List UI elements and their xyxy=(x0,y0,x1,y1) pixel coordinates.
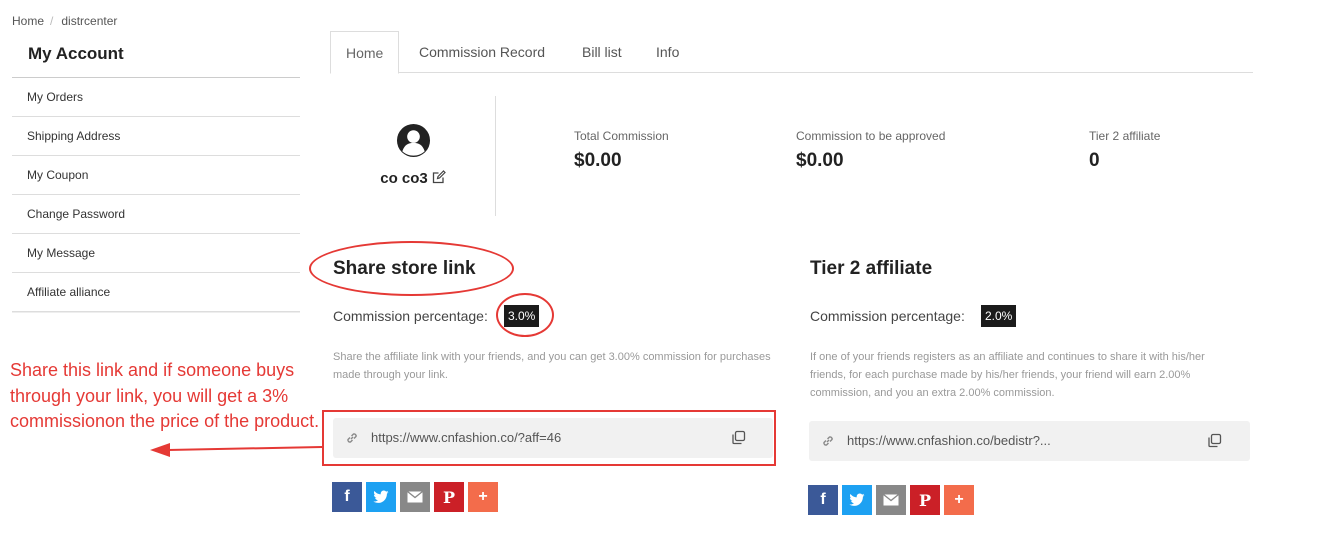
email-icon xyxy=(883,494,899,506)
facebook-icon: f xyxy=(344,488,350,505)
username-text: co co3 xyxy=(380,170,428,187)
email-icon xyxy=(407,491,423,503)
tier2-link-text: https://www.cnfashion.co/bedistr?... xyxy=(847,433,1051,448)
tab-bill-list[interactable]: Bill list xyxy=(582,31,622,73)
more-share-button[interactable]: + xyxy=(468,482,498,512)
tier2-affiliate-label: Tier 2 affiliate xyxy=(1089,129,1161,143)
tier2-commission-badge: 2.0% xyxy=(981,305,1017,327)
link-icon xyxy=(823,436,833,446)
tab-info[interactable]: Info xyxy=(656,31,679,73)
pinterest-icon: P xyxy=(442,487,456,507)
tier2-link-field[interactable]: https://www.cnfashion.co/bedistr?... xyxy=(809,421,1250,461)
user-avatar-icon xyxy=(396,123,431,158)
total-commission-label: Total Commission xyxy=(574,129,669,143)
pinterest-share-button[interactable]: P xyxy=(434,482,464,512)
profile-username: co co3 xyxy=(330,170,496,187)
twitter-share-button[interactable] xyxy=(366,482,396,512)
annotation-ellipse-badge xyxy=(496,293,554,337)
tab-bar: Home Commission Record Bill list Info xyxy=(330,31,1253,74)
pinterest-share-button[interactable]: P xyxy=(910,485,940,515)
pending-commission-value: $0.00 xyxy=(796,150,844,171)
plus-icon: + xyxy=(954,491,964,508)
email-share-button[interactable] xyxy=(876,485,906,515)
copy-icon[interactable] xyxy=(1207,433,1222,448)
edit-icon[interactable] xyxy=(432,170,446,184)
total-commission-value: $0.00 xyxy=(574,150,622,171)
annotation-arrow xyxy=(150,443,323,457)
tier2-description: If one of your friends registers as an a… xyxy=(810,351,1205,399)
annotation-ellipse-title xyxy=(309,241,514,296)
share-commission-label: Commission percentage: xyxy=(333,308,488,324)
facebook-share-button[interactable]: f xyxy=(808,485,838,515)
twitter-icon xyxy=(373,490,389,503)
pinterest-icon: P xyxy=(918,490,932,510)
more-share-button[interactable]: + xyxy=(944,485,974,515)
share-description: Share the affiliate link with your frien… xyxy=(333,351,771,381)
tab-home[interactable]: Home xyxy=(330,31,400,74)
plus-icon: + xyxy=(478,488,488,505)
pending-commission-label: Commission to be approved xyxy=(796,129,946,143)
twitter-icon xyxy=(849,493,865,506)
twitter-share-button[interactable] xyxy=(842,485,872,515)
annotation-rect-link xyxy=(322,410,776,466)
tier2-affiliate-value: 0 xyxy=(1089,150,1100,171)
facebook-icon: f xyxy=(820,491,826,508)
email-share-button[interactable] xyxy=(400,482,430,512)
tab-commission-record[interactable]: Commission Record xyxy=(419,31,545,73)
facebook-share-button[interactable]: f xyxy=(332,482,362,512)
tier2-commission-label: Commission percentage: xyxy=(810,308,965,324)
profile-card: co co3 xyxy=(330,96,496,216)
tier2-affiliate-title: Tier 2 affiliate xyxy=(810,258,933,279)
